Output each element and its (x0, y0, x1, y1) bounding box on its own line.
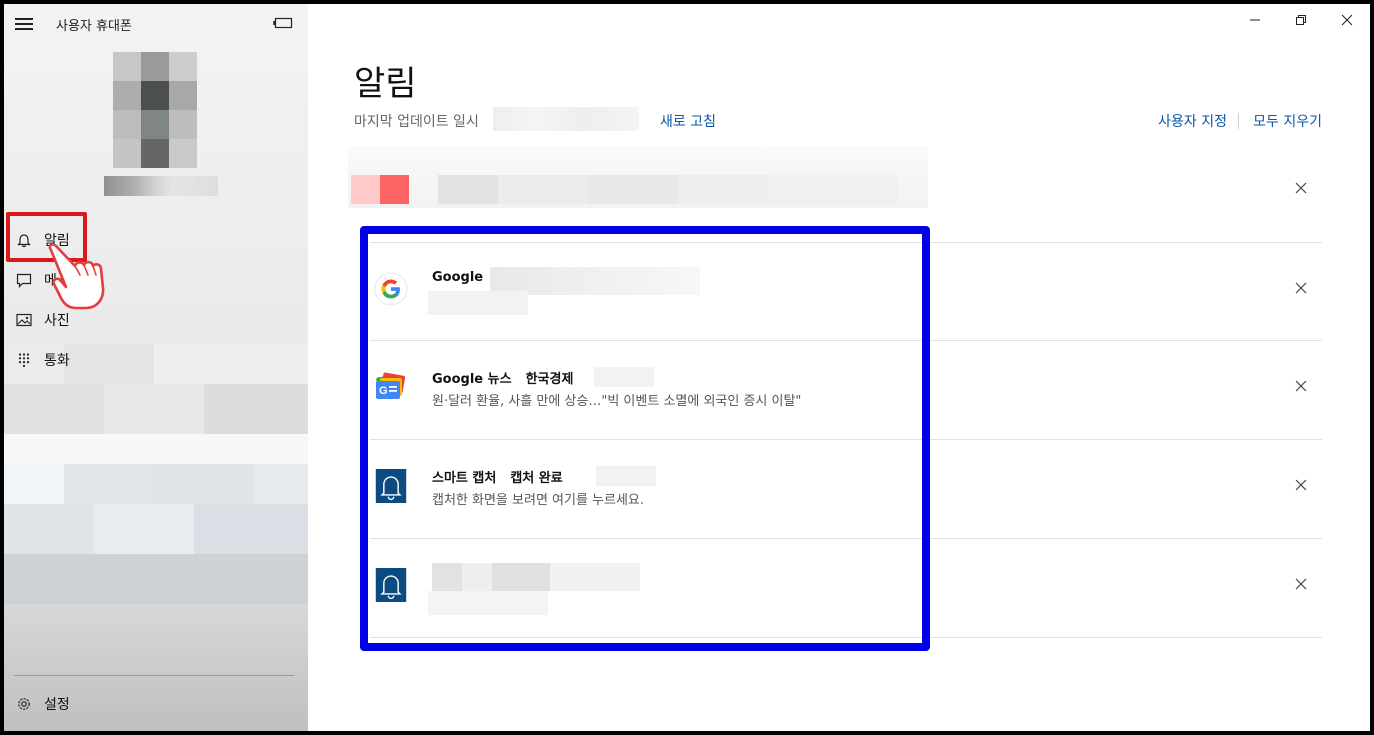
device-name-redacted (104, 176, 218, 196)
dismiss-icon[interactable] (1294, 281, 1308, 295)
link-divider (1238, 113, 1239, 129)
main-content: 알림 마지막 업데이트 일시 새로 고침 사용자 지정 모두 지우기 Googl… (308, 4, 1370, 731)
phone-link-window: 사용자 휴대폰 알림 메시지 (4, 4, 1370, 731)
avatar (113, 52, 197, 168)
photo-icon (16, 313, 32, 327)
last-update-time-redacted (493, 107, 639, 131)
redacted-notification (348, 146, 928, 208)
page-title: 알림 (354, 64, 417, 104)
annotation-blue-box (360, 226, 930, 651)
sidebar-divider (14, 675, 294, 676)
dismiss-icon[interactable] (1294, 478, 1308, 492)
message-icon (16, 273, 32, 288)
dismiss-icon[interactable] (1294, 181, 1308, 195)
sidebar: 사용자 휴대폰 알림 메시지 (4, 4, 308, 731)
restore-button[interactable] (1278, 4, 1324, 36)
sidebar-item-calls[interactable]: 통화 (4, 342, 308, 378)
last-update-label: 마지막 업데이트 일시 (354, 114, 479, 130)
window-controls (1232, 4, 1370, 36)
refresh-link[interactable]: 새로 고침 (660, 111, 716, 131)
clear-all-link[interactable]: 모두 지우기 (1253, 111, 1322, 131)
gear-icon (18, 698, 30, 710)
app-title: 사용자 휴대폰 (56, 19, 132, 34)
close-button[interactable] (1324, 4, 1370, 36)
dismiss-icon[interactable] (1294, 379, 1308, 393)
pointing-hand-icon (48, 243, 105, 310)
close-icon (1341, 14, 1353, 26)
restore-icon (1296, 15, 1306, 25)
minimize-icon (1250, 19, 1260, 21)
settings-label: 설정 (44, 697, 70, 713)
dialpad-icon (18, 353, 30, 367)
minimize-button[interactable] (1232, 4, 1278, 36)
sidebar-item-settings[interactable]: 설정 (4, 686, 308, 722)
dismiss-icon[interactable] (1294, 577, 1308, 591)
sidebar-item-label: 통화 (44, 353, 70, 369)
battery-icon (273, 17, 293, 29)
hamburger-menu-icon[interactable] (14, 16, 34, 32)
customize-link[interactable]: 사용자 지정 (1158, 111, 1227, 131)
